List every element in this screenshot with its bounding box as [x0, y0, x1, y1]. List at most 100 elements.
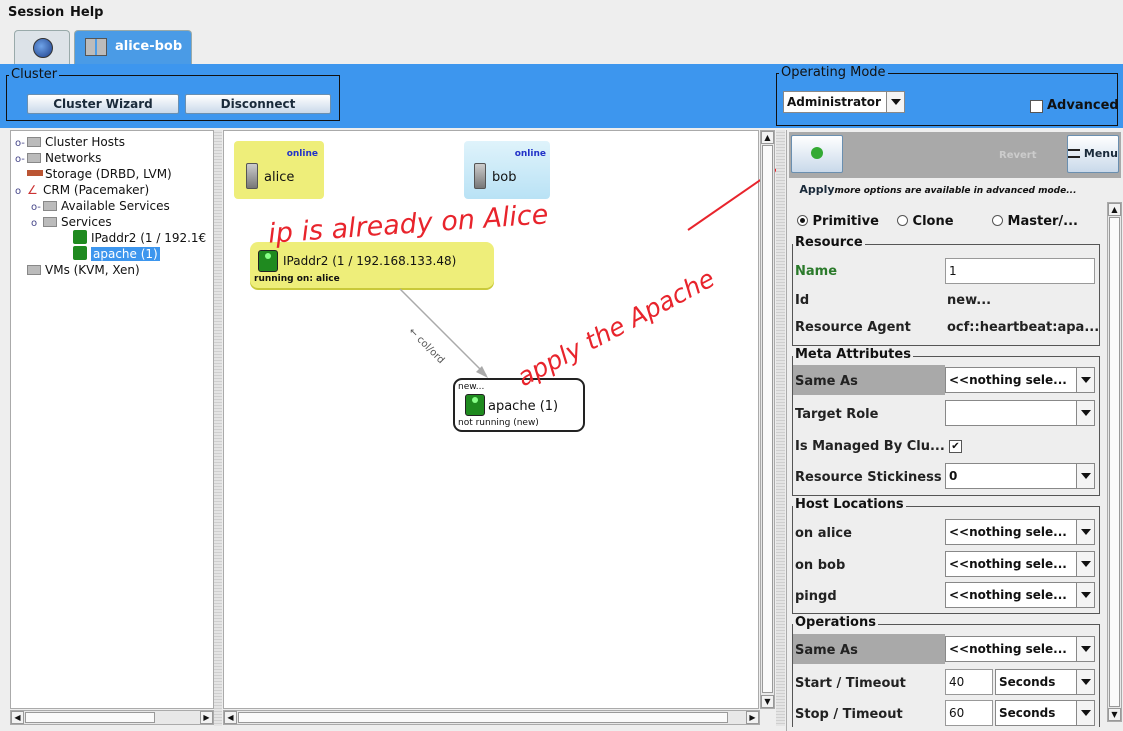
chevron-down-icon	[1076, 552, 1094, 576]
menu-button[interactable]: Menu	[1067, 135, 1119, 173]
cluster-wizard-button[interactable]: Cluster Wizard	[27, 94, 179, 114]
tree-item-services[interactable]: o Services	[31, 214, 112, 230]
stickiness-label: Resource Stickiness	[795, 470, 942, 485]
editor-form: Primitive Clone Master/... Resource Name…	[787, 202, 1107, 727]
tab-home[interactable]	[14, 30, 70, 64]
graph-vertical-scrollbar[interactable]: ▲ ▼	[760, 130, 775, 709]
tree-item-storage[interactable]: Storage (DRBD, LVM)	[15, 166, 172, 182]
scroll-thumb[interactable]	[238, 712, 728, 723]
chevron-down-icon	[1076, 401, 1094, 425]
tab-label: alice-bob	[115, 39, 183, 54]
scroll-up-icon[interactable]: ▲	[761, 131, 774, 144]
scroll-right-icon[interactable]: ▶	[746, 711, 759, 724]
tree-item-cluster-hosts[interactable]: o- Cluster Hosts	[15, 134, 125, 150]
tree-horizontal-scrollbar[interactable]: ◀ ▶	[10, 710, 214, 725]
host-locations-legend: Host Locations	[793, 497, 906, 512]
radio-clone[interactable]: Clone	[897, 214, 954, 229]
editor-vertical-scrollbar[interactable]: ▲ ▼	[1107, 202, 1122, 722]
graph-horizontal-scrollbar[interactable]: ◀ ▶	[223, 710, 760, 725]
tree-item-ipaddr2[interactable]: IPaddr2 (1 / 192.1€	[73, 230, 213, 246]
target-role-select[interactable]	[945, 400, 1095, 426]
chevron-down-icon	[1076, 701, 1094, 725]
stopped-resource-icon	[73, 246, 87, 260]
chevron-down-icon	[1076, 520, 1094, 544]
is-managed-checkbox[interactable]: ✔	[949, 440, 962, 453]
stop-timeout-input[interactable]: 60	[945, 700, 993, 726]
scroll-down-icon[interactable]: ▼	[761, 695, 774, 708]
advanced-checkbox[interactable]	[1030, 100, 1043, 113]
stickiness-select[interactable]: 0	[945, 463, 1095, 489]
name-label: Name	[795, 264, 838, 279]
servers-icon	[85, 38, 107, 56]
tree-item-apache[interactable]: apache (1)	[73, 246, 160, 262]
running-resource-icon	[73, 230, 87, 244]
on-alice-label: on alice	[795, 526, 852, 541]
pingd-label: pingd	[795, 589, 837, 604]
name-input[interactable]: 1	[945, 258, 1095, 284]
operating-mode-select[interactable]: Administrator	[783, 91, 905, 113]
scroll-thumb[interactable]	[1109, 217, 1120, 707]
is-managed-label: Is Managed By Clu...	[795, 439, 945, 454]
pingd-select[interactable]: <<nothing sele...	[945, 582, 1095, 608]
stop-timeout-label: Stop / Timeout	[795, 707, 903, 722]
cluster-group: Cluster Cluster Wizard Disconnect	[6, 67, 340, 121]
on-bob-select[interactable]: <<nothing sele...	[945, 551, 1095, 577]
crm-icon: ∠	[27, 183, 38, 197]
folder-icon	[27, 153, 41, 163]
folder-icon	[27, 137, 41, 147]
revert-button[interactable]: Revert	[999, 150, 1037, 161]
chevron-down-icon	[1076, 670, 1094, 694]
advanced-hint: more options are available in advanced m…	[834, 186, 1077, 196]
start-unit-select[interactable]: Seconds	[995, 669, 1095, 695]
tree-item-crm[interactable]: o ∠ CRM (Pacemaker)	[15, 182, 149, 198]
resource-legend: Resource	[793, 235, 865, 250]
apply-button[interactable]: Apply	[791, 135, 843, 196]
left-splitter[interactable]	[214, 130, 222, 726]
scroll-left-icon[interactable]: ◀	[11, 711, 24, 724]
menu-session[interactable]: Session	[8, 5, 64, 20]
scroll-right-icon[interactable]: ▶	[200, 711, 213, 724]
chevron-down-icon	[1076, 368, 1094, 392]
meta-attributes-legend: Meta Attributes	[793, 347, 913, 362]
start-timeout-label: Start / Timeout	[795, 676, 906, 691]
radio-master[interactable]: Master/...	[992, 214, 1078, 229]
ops-same-as-select[interactable]: <<nothing sele...	[945, 636, 1095, 662]
stop-unit-select[interactable]: Seconds	[995, 700, 1095, 726]
same-as-select[interactable]: <<nothing sele...	[945, 367, 1095, 393]
scroll-up-icon[interactable]: ▲	[1108, 203, 1121, 216]
folder-icon	[43, 217, 57, 227]
chevron-down-icon	[1076, 464, 1094, 488]
disconnect-button[interactable]: Disconnect	[185, 94, 331, 114]
folder-icon	[27, 265, 41, 275]
scroll-down-icon[interactable]: ▼	[1108, 708, 1121, 721]
start-timeout-input[interactable]: 40	[945, 669, 993, 695]
scroll-thumb[interactable]	[762, 145, 773, 693]
cluster-legend: Cluster	[9, 67, 60, 82]
on-alice-select[interactable]: <<nothing sele...	[945, 519, 1095, 545]
resource-agent-label: Resource Agent	[795, 320, 911, 335]
radio-selected-icon	[797, 215, 808, 226]
on-bob-label: on bob	[795, 558, 846, 573]
menubar: Session Help	[0, 0, 1123, 26]
operating-mode-group: Operating Mode Administrator Advanced	[776, 65, 1119, 126]
tab-bar: alice-bob	[0, 26, 1123, 64]
radio-icon	[897, 215, 908, 226]
right-splitter[interactable]	[776, 130, 785, 726]
scroll-thumb[interactable]	[25, 712, 155, 723]
globe-icon	[33, 38, 53, 58]
menu-help[interactable]: Help	[70, 5, 103, 20]
operating-mode-value: Administrator	[787, 95, 881, 109]
tree-item-networks[interactable]: o- Networks	[15, 150, 101, 166]
id-label: Id	[795, 293, 810, 308]
resource-agent-value: ocf::heartbeat:apa...	[947, 320, 1100, 335]
resource-tree: o- Cluster Hosts o- Networks Storage (DRBD…	[10, 130, 214, 709]
tree-item-vms[interactable]: VMs (KVM, Xen)	[15, 262, 140, 278]
scroll-left-icon[interactable]: ◀	[224, 711, 237, 724]
tree-item-available-services[interactable]: o- Available Services	[31, 198, 170, 214]
radio-icon	[992, 215, 1003, 226]
same-as-label: Same As	[795, 374, 858, 389]
tab-alice-bob[interactable]: alice-bob	[74, 30, 192, 64]
chevron-down-icon	[886, 92, 904, 112]
radio-primitive[interactable]: Primitive	[797, 214, 879, 229]
id-value: new...	[947, 293, 992, 308]
